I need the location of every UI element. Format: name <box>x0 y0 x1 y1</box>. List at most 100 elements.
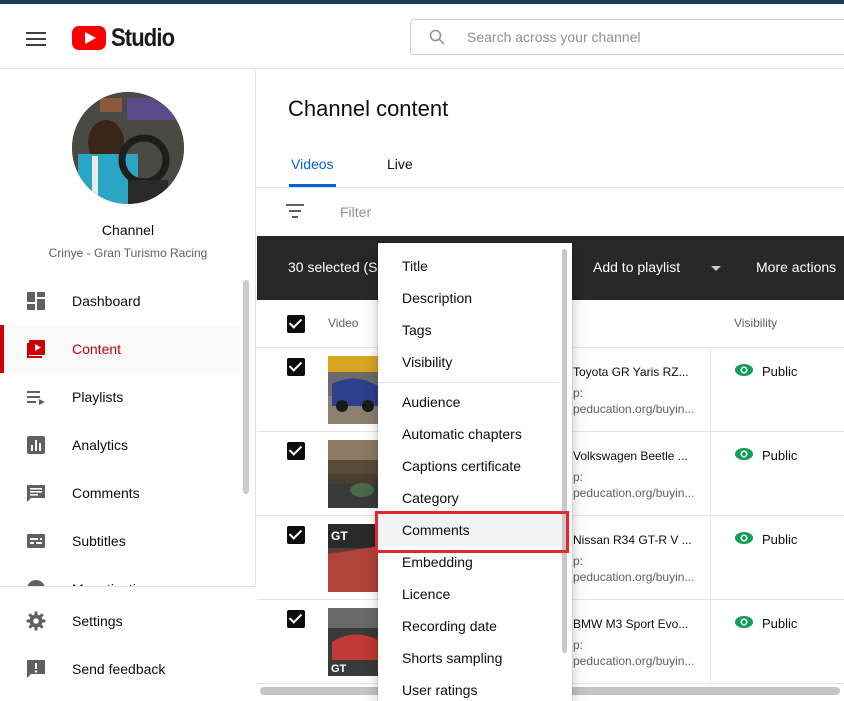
studio-logo[interactable]: Studio <box>72 24 183 52</box>
row-checkbox[interactable] <box>287 358 305 376</box>
visibility-status[interactable]: Public <box>762 448 797 463</box>
sidebar-item-content[interactable]: Content <box>0 325 240 373</box>
divider <box>710 600 711 684</box>
sidebar-item-label: Content <box>72 341 122 357</box>
filter-icon[interactable] <box>286 204 304 218</box>
youtube-play-icon <box>72 26 106 50</box>
search-box[interactable]: Search across your channel <box>410 19 844 55</box>
menu-item-label: Description <box>402 290 473 306</box>
tab-live[interactable]: Live <box>387 156 413 172</box>
row-checkbox[interactable] <box>287 442 305 460</box>
menu-item-audience[interactable]: Audience <box>378 386 572 418</box>
menu-item-description[interactable]: Description <box>378 282 572 314</box>
highlight-box <box>375 511 569 553</box>
menu-item-shorts-sampling[interactable]: Shorts sampling <box>378 642 572 674</box>
video-thumbnail[interactable]: GT <box>328 524 380 592</box>
video-description: p: <box>573 470 584 484</box>
menu-divider <box>378 382 559 383</box>
channel-avatar[interactable] <box>72 92 184 204</box>
subtitles-icon <box>27 534 45 548</box>
sidebar-item-analytics[interactable]: Analytics <box>0 421 240 469</box>
visibility-status[interactable]: Public <box>762 532 797 547</box>
menu-item-tags[interactable]: Tags <box>378 314 572 346</box>
sidebar-item-settings[interactable]: Settings <box>0 597 240 645</box>
tab-videos[interactable]: Videos <box>291 156 334 172</box>
menu-scrollbar[interactable] <box>562 249 567 653</box>
more-actions-button[interactable]: More actions <box>756 259 836 275</box>
column-visibility[interactable]: Visibility <box>734 316 777 330</box>
sidebar-item-playlists[interactable]: Playlists <box>0 373 240 421</box>
menu-item-label: Category <box>402 490 459 506</box>
video-description: peducation.org/buyin... <box>573 402 695 416</box>
menu-item-visibility[interactable]: Visibility <box>378 346 572 378</box>
menu-item-label: Tags <box>402 322 432 338</box>
sidebar-item-label: Send feedback <box>72 661 166 677</box>
eye-icon <box>735 448 753 460</box>
menu-item-licence[interactable]: Licence <box>378 578 572 610</box>
sidebar-item-label: Dashboard <box>72 293 141 309</box>
video-description: p: <box>573 554 584 568</box>
search-icon <box>429 29 445 45</box>
menu-item-category[interactable]: Category <box>378 482 572 514</box>
menu-item-title[interactable]: Title <box>378 250 572 282</box>
playlists-icon <box>27 391 45 405</box>
select-all-checkbox[interactable] <box>287 315 305 333</box>
page-title: Channel content <box>288 96 449 121</box>
menu-item-label: Audience <box>402 394 461 410</box>
gear-icon <box>26 611 46 631</box>
content-icon <box>27 340 45 358</box>
menu-item-user-ratings[interactable]: User ratings <box>378 674 572 701</box>
channel-title: Channel <box>101 222 155 238</box>
divider <box>710 516 711 600</box>
sidebar-item-label: Subtitles <box>72 533 126 549</box>
sidebar-item-comments[interactable]: Comments <box>0 469 240 517</box>
menu-item-label: Title <box>402 258 428 274</box>
video-description: p: <box>573 386 584 400</box>
divider <box>710 348 711 432</box>
video-title[interactable]: Nissan R34 GT-R V ... <box>573 533 692 547</box>
menu-item-label: Shorts sampling <box>402 650 503 666</box>
visibility-status[interactable]: Public <box>762 364 797 379</box>
menu-icon[interactable] <box>26 32 46 46</box>
visibility-status[interactable]: Public <box>762 616 797 631</box>
video-thumbnail[interactable] <box>328 356 380 424</box>
menu-item-label: Embedding <box>402 554 473 570</box>
menu-item-label: Captions certificate <box>402 458 522 474</box>
sidebar-item-send-feedback[interactable]: Send feedback <box>0 645 240 693</box>
menu-item-captions-certificate[interactable]: Captions certificate <box>378 450 572 482</box>
search-input[interactable]: Search across your channel <box>467 29 641 45</box>
menu-item-recording-date[interactable]: Recording date <box>378 610 572 642</box>
sidebar-item-label: Comments <box>72 485 140 501</box>
sidebar-bottom: Settings Send feedback <box>0 586 256 701</box>
comments-icon <box>27 485 45 502</box>
video-description: peducation.org/buyin... <box>573 654 695 668</box>
menu-item-label: Recording date <box>402 618 497 634</box>
menu-item-label: Visibility <box>402 354 453 370</box>
sidebar: Channel Crinye - Gran Turismo Racing Das… <box>0 70 256 701</box>
video-title[interactable]: Volkswagen Beetle ... <box>573 449 688 463</box>
chevron-down-icon[interactable] <box>711 266 721 271</box>
sidebar-item-subtitles[interactable]: Subtitles <box>0 517 240 565</box>
sidebar-item-dashboard[interactable]: Dashboard <box>0 277 240 325</box>
sidebar-scrollbar[interactable] <box>243 280 249 494</box>
eye-icon <box>735 532 753 544</box>
row-checkbox[interactable] <box>287 526 305 544</box>
add-to-playlist-button[interactable]: Add to playlist <box>593 259 680 275</box>
video-title[interactable]: BMW M3 Sport Evo... <box>573 617 688 631</box>
eye-icon <box>735 364 753 376</box>
video-description: p: <box>573 638 584 652</box>
selected-count: 30 selected (S <box>288 259 378 275</box>
video-thumbnail[interactable]: GT <box>328 608 380 676</box>
channel-name: Crinye - Gran Turismo Racing <box>48 246 208 260</box>
video-thumbnail[interactable] <box>328 440 380 508</box>
filter-input[interactable]: Filter <box>340 204 371 220</box>
edit-fields-dropdown: Title Description Tags Visibility Audien… <box>378 243 572 701</box>
sidebar-item-label: Analytics <box>72 437 129 453</box>
video-title[interactable]: Toyota GR Yaris RZ... <box>573 365 689 379</box>
row-checkbox[interactable] <box>287 610 305 628</box>
menu-item-label: User ratings <box>402 682 478 698</box>
video-description: peducation.org/buyin... <box>573 486 695 500</box>
menu-item-automatic-chapters[interactable]: Automatic chapters <box>378 418 572 450</box>
analytics-icon <box>27 436 45 454</box>
dashboard-icon <box>27 292 45 310</box>
